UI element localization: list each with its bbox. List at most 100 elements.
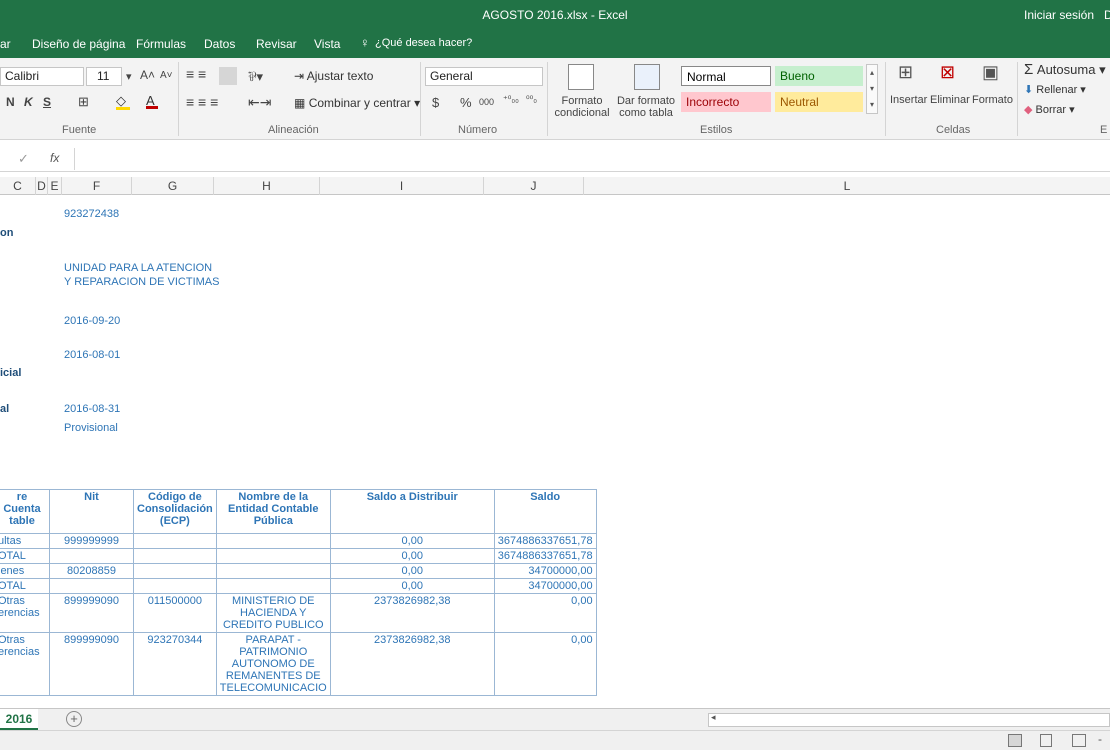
table-cell[interactable]: 0,00 [329,548,495,564]
tab-data[interactable]: Datos [204,37,235,51]
chevron-down-icon[interactable]: ▾ [126,70,132,83]
tell-me-box[interactable]: ¿Qué desea hacer? [375,37,472,49]
increase-decimal-icon[interactable]: ⁺⁰₀₀ [503,94,519,105]
table-cell[interactable]: ultas [0,533,50,549]
formula-input[interactable] [74,148,1110,170]
orientation-icon[interactable]: ⅌▾ [248,67,263,85]
insert-button[interactable]: Insertar [890,94,927,106]
fill-button[interactable]: ⬇ Rellenar ▾ [1024,83,1086,96]
table-cell[interactable] [49,548,134,564]
enter-check-icon[interactable]: ✓ [18,151,29,167]
cell-value[interactable]: 2016-09-20 [64,315,120,327]
style-neutral[interactable]: Neutral [775,92,863,112]
conditional-format-button[interactable]: Formato condicional [553,95,611,119]
italic-button[interactable]: K [24,95,33,109]
font-size-select[interactable]: 11 [86,67,122,86]
tab-view[interactable]: Vista [314,37,340,51]
horizontal-scrollbar[interactable]: ◂ [708,712,1110,727]
format-button[interactable]: Formato [972,94,1013,106]
font-color-icon[interactable]: A [146,93,158,109]
sign-in-link[interactable]: Iniciar sesión [1024,8,1094,22]
sheet-tab-active[interactable]: 2016 [0,709,38,730]
tab-review[interactable]: Revisar [256,37,297,51]
table-cell[interactable]: 2373826982,38 [329,632,495,696]
header-cell[interactable]: re Cuenta table [0,489,50,534]
table-cell[interactable]: 923270344 [133,632,217,696]
font-name-select[interactable]: Calibri [0,67,84,86]
tab-formulas[interactable]: Fórmulas [136,37,186,51]
shrink-font-icon[interactable]: A˅ [160,70,173,81]
grow-font-icon[interactable]: A˄ [140,68,155,82]
table-cell[interactable]: 0,00 [329,563,495,579]
table-cell[interactable]: 999999999 [49,533,134,549]
tab-partial[interactable]: ar [0,37,11,51]
clear-button[interactable]: ◆ Borrar ▾ [1024,103,1075,116]
header-cell[interactable]: Nit [49,489,134,534]
scroll-left-icon[interactable]: ◂ [711,712,716,723]
table-cell[interactable]: 011500000 [133,593,217,633]
header-cell[interactable]: Saldo a Distribuir [329,489,495,534]
decrease-decimal-icon[interactable]: ⁰⁰₀ [526,94,537,105]
table-cell[interactable] [215,548,331,564]
cell-value[interactable]: Provisional [64,422,118,434]
table-cell[interactable] [133,578,217,594]
borders-icon[interactable]: ⊞ [78,94,89,110]
table-cell[interactable]: 34700000,00 [493,563,597,579]
table-cell[interactable]: MINISTERIO DE HACIENDA Y CREDITO PUBLICO [215,593,331,633]
col-header[interactable]: D [36,177,48,195]
col-header[interactable]: G [132,177,214,195]
col-header[interactable]: I [320,177,484,195]
table-cell[interactable] [133,533,217,549]
table-cell[interactable] [215,563,331,579]
header-cell[interactable]: Nombre de la Entidad Contable Pública [215,489,331,534]
table-cell[interactable]: 3674886337651,78 [493,548,597,564]
cell-label[interactable]: on [0,227,13,239]
percent-button[interactable]: % [460,95,472,110]
cell-value[interactable]: 2016-08-01 [64,349,120,361]
style-bad[interactable]: Incorrecto [681,92,771,112]
tab-page-layout[interactable]: Diseño de página [32,37,125,51]
col-header[interactable]: H [214,177,320,195]
wrap-text-button[interactable]: ⇥ Ajustar texto [294,69,373,83]
underline-button[interactable]: S [43,95,51,109]
table-cell[interactable] [49,578,134,594]
table-cell[interactable]: OTAL [0,548,50,564]
add-sheet-icon[interactable]: + [66,711,82,727]
col-header[interactable]: C [0,177,36,195]
table-cell[interactable]: 2373826982,38 [329,593,495,633]
table-cell[interactable]: 899999090 [49,593,134,633]
table-cell[interactable]: 80208859 [49,563,134,579]
table-cell[interactable]: Otras erencias [0,632,50,696]
cell-label[interactable]: al [0,403,9,415]
table-cell[interactable] [215,578,331,594]
currency-button[interactable]: $ [432,95,439,110]
page-break-icon[interactable] [1072,734,1086,747]
zoom-out-icon[interactable]: - [1098,732,1102,746]
cell-value[interactable]: 2016-08-31 [64,403,120,415]
autosum-button[interactable]: Σ Autosuma ▾ [1024,61,1106,78]
header-cell[interactable]: Código de Consolidación (ECP) [133,489,217,534]
header-cell[interactable]: Saldo [493,489,597,534]
cell-value[interactable]: Y REPARACION DE VICTIMAS [64,276,219,288]
styles-scroll[interactable]: ▴ ▾ ▾ [866,64,878,114]
format-as-table-button[interactable]: Dar formato como tabla [614,95,678,119]
thousands-button[interactable]: 000 [479,97,494,107]
style-good[interactable]: Bueno [775,66,863,86]
table-cell[interactable]: 0,00 [493,632,597,696]
table-cell[interactable]: 899999090 [49,632,134,696]
style-normal[interactable]: Normal [681,66,771,86]
table-cell[interactable] [133,548,217,564]
col-header[interactable]: L [584,177,1110,195]
align-middle-icon[interactable] [219,67,237,85]
table-cell[interactable]: 3674886337651,78 [493,533,597,549]
bold-button[interactable]: N [6,95,15,109]
fill-color-icon[interactable]: ◇ [116,93,130,110]
merge-center-button[interactable]: ▦ Combinar y centrar ▾ [294,96,420,110]
col-header[interactable]: J [484,177,584,195]
table-cell[interactable]: 0,00 [493,593,597,633]
align-top-icon[interactable]: ≡ ≡ [186,66,206,82]
indent-icon[interactable]: ⇤⇥ [248,94,271,111]
col-header[interactable]: F [62,177,132,195]
table-cell[interactable]: Otras erencias [0,593,50,633]
number-format-select[interactable]: General [425,67,543,86]
